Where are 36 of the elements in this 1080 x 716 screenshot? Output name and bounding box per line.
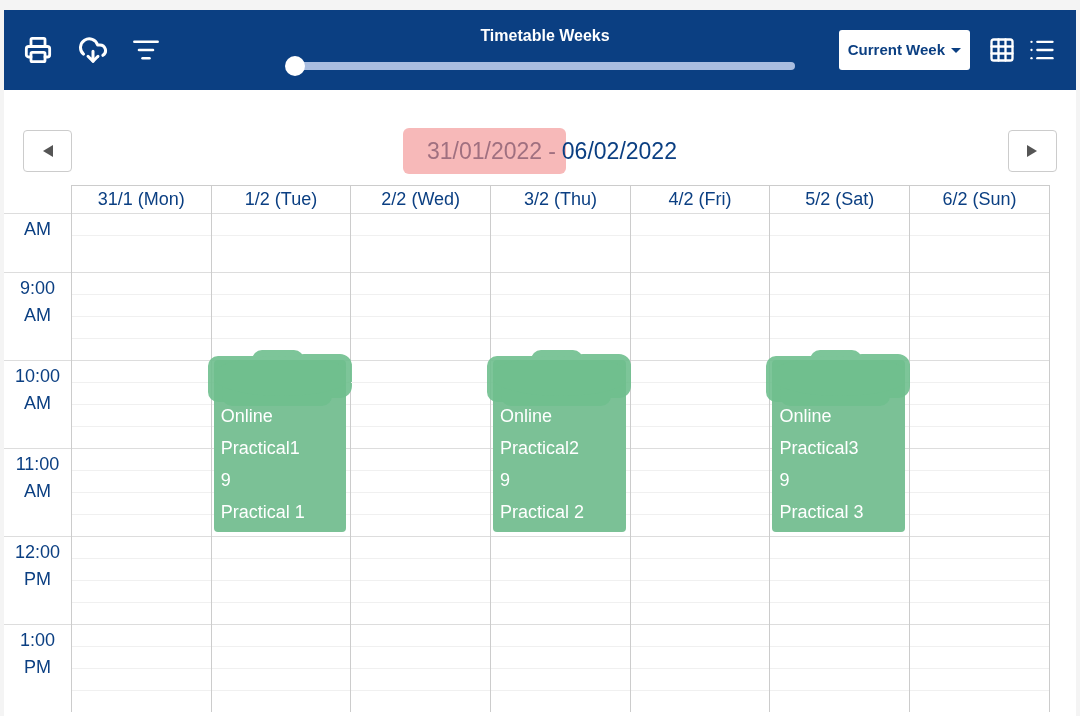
next-week-button[interactable] — [1008, 130, 1057, 172]
day-header: 6/2 (Sun) — [910, 185, 1049, 213]
event-text: Online — [220, 405, 274, 428]
time-label: 1:00 PM — [19, 629, 55, 679]
time-label: 10:00 AM — [14, 365, 60, 415]
grid-view-icon[interactable] — [988, 36, 1016, 64]
cloud-download-icon[interactable] — [78, 35, 108, 65]
week-slider-thumb[interactable] — [285, 56, 305, 76]
event-text: Practical 1 — [220, 501, 306, 524]
event-text: Practical2 — [500, 437, 581, 460]
end-date: 06/02/2022 — [561, 136, 677, 166]
event-text: Practical 2 — [500, 501, 586, 524]
week-dropdown[interactable]: Current Week — [838, 30, 970, 70]
date-separator: - — [548, 136, 556, 166]
day-header: 5/2 (Sat) — [770, 185, 910, 213]
day-header: 1/2 (Tue) — [211, 185, 351, 213]
event-text: Practical 3 — [779, 501, 865, 524]
event-text: Online — [779, 405, 833, 428]
time-label: 9:00 AM — [19, 277, 55, 327]
event-text: Online — [500, 405, 554, 428]
time-label: AM — [24, 218, 51, 241]
event-text: Practical3 — [779, 437, 860, 460]
caret-icon — [951, 47, 961, 53]
previous-week-button[interactable] — [23, 130, 72, 172]
day-header: 31/1 (Mon) — [72, 185, 211, 213]
print-icon[interactable] — [24, 36, 52, 64]
event-text: 9 — [779, 469, 791, 492]
event-text: 9 — [220, 469, 232, 492]
event-text: 9 — [500, 469, 512, 492]
slider-title: Timetable Weeks — [480, 26, 610, 46]
day-header: 3/2 (Thu) — [491, 185, 630, 213]
time-label: 12:00 PM — [14, 541, 60, 591]
time-label: 11:00 AM — [15, 453, 60, 503]
day-header: 4/2 (Fri) — [630, 185, 770, 213]
event-text: Practical1 — [220, 437, 301, 460]
day-header: 2/2 (Wed) — [351, 185, 491, 213]
